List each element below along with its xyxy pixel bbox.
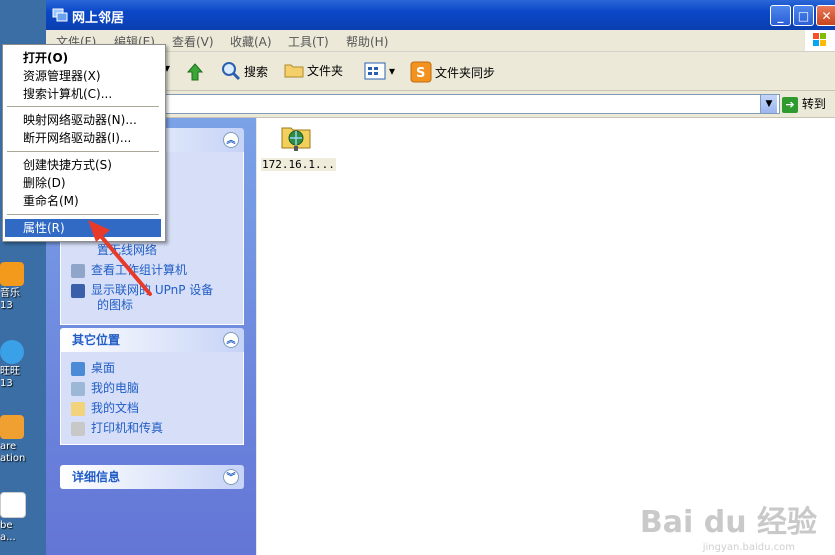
search-button[interactable]: 搜索	[221, 61, 268, 83]
printers-label: 打印机和传真	[91, 421, 164, 435]
desktop-icon-label: a...	[0, 532, 16, 543]
folder-sync-button[interactable]: S 文件夹同步	[410, 61, 495, 83]
menu-map-drive[interactable]: 映射网络驱动器(N)...	[5, 111, 161, 129]
folders-button-label: 文件夹	[307, 63, 344, 78]
printers-link[interactable]: 打印机和传真	[71, 418, 233, 438]
details-panel: 详细信息 ︾	[60, 465, 244, 489]
context-menu: 打开(O) 资源管理器(X) 搜索计算机(C)... 映射网络驱动器(N)...…	[2, 44, 166, 242]
menu-disconnect-drive[interactable]: 断开网络驱动器(I)...	[5, 129, 161, 147]
views-dropdown-icon: ▾	[389, 64, 396, 78]
goto-label: 转到	[801, 97, 826, 111]
views-icon	[364, 62, 386, 80]
maximize-button[interactable]: □	[793, 5, 814, 26]
menu-separator	[7, 151, 159, 152]
details-header[interactable]: 详细信息 ︾	[60, 465, 244, 489]
desktop-icon-label: be	[0, 520, 13, 531]
my-documents-label: 我的文档	[91, 401, 140, 415]
desktop-icon-label: ation	[0, 453, 26, 464]
my-documents-icon	[71, 401, 85, 416]
sync-icon: S	[410, 61, 432, 83]
windows-logo-icon	[805, 30, 835, 51]
menu-favorites[interactable]: 收藏(A)	[230, 33, 272, 50]
menu-separator	[7, 214, 159, 215]
collapse-chevron-icon[interactable]: ︽	[223, 132, 239, 148]
other-places-panel: 其它位置 ︽ 桌面 我的电脑 我的文档 打印机和传真	[60, 328, 244, 445]
annotation-arrow-icon	[88, 220, 152, 296]
menu-tools[interactable]: 工具(T)	[288, 33, 329, 50]
watermark-logo: Bai du 经验	[639, 505, 817, 540]
menu-explorer[interactable]: 资源管理器(X)	[5, 67, 161, 85]
other-places-header[interactable]: 其它位置 ︽	[60, 328, 244, 352]
go-arrow-icon: ➔	[782, 96, 798, 113]
folder-sync-label: 文件夹同步	[435, 65, 496, 80]
menu-create-shortcut[interactable]: 创建快捷方式(S)	[5, 156, 161, 174]
desktop-link[interactable]: 桌面	[71, 358, 233, 378]
minimize-button[interactable]: _	[770, 5, 791, 26]
menu-open[interactable]: 打开(O)	[5, 49, 161, 67]
menu-help[interactable]: 帮助(H)	[346, 33, 388, 50]
desktop-icon	[71, 361, 85, 376]
goto-button[interactable]: ➔ 转到	[782, 95, 826, 113]
views-button[interactable]: ▾	[364, 61, 395, 83]
menu-separator	[7, 106, 159, 107]
software-desktop-icon[interactable]: are ation	[0, 415, 40, 465]
window-title: 网上邻居	[72, 11, 125, 26]
details-title: 详细信息	[72, 470, 121, 484]
close-button[interactable]: ✕	[816, 5, 835, 26]
folders-button[interactable]: 文件夹	[284, 61, 343, 83]
up-folder-icon	[186, 63, 204, 81]
title-bar[interactable]: 网上邻居 _ □ ✕	[46, 0, 835, 30]
network-places-icon	[52, 8, 68, 22]
my-computer-icon	[71, 381, 85, 396]
printer-icon	[71, 421, 85, 436]
menu-delete[interactable]: 删除(D)	[5, 174, 161, 192]
address-dropdown-icon[interactable]: ▼	[760, 95, 777, 113]
my-computer-label: 我的电脑	[91, 381, 140, 395]
search-icon	[222, 62, 241, 81]
file-list-view: 172.16.1...	[257, 118, 835, 555]
network-share-label: 172.16.1...	[261, 158, 336, 171]
desktop-link-label: 桌面	[91, 361, 116, 375]
adobe-desktop-icon[interactable]: be a...	[0, 492, 40, 544]
search-button-label: 搜索	[244, 64, 269, 79]
app-icon	[0, 415, 24, 439]
svg-text:S: S	[416, 66, 425, 81]
address-input[interactable]: 络	[106, 94, 780, 114]
desktop-icon-label: 音乐	[0, 288, 20, 299]
expand-chevron-icon[interactable]: ︾	[223, 469, 239, 485]
desktop-icon-label: 13	[0, 300, 13, 311]
music-icon	[0, 262, 24, 286]
up-button[interactable]	[184, 61, 206, 83]
desktop-icon-label: 13	[0, 378, 13, 389]
menu-view[interactable]: 查看(V)	[172, 33, 214, 50]
folder-icon	[284, 64, 304, 78]
wangwang-desktop-icon[interactable]: 旺旺 13	[0, 340, 40, 390]
my-computer-link[interactable]: 我的电脑	[71, 378, 233, 398]
menu-search-computer[interactable]: 搜索计算机(C)...	[5, 85, 161, 103]
desktop-icon-label: 旺旺	[0, 366, 20, 377]
collapse-chevron-icon[interactable]: ︽	[223, 332, 239, 348]
menu-rename[interactable]: 重命名(M)	[5, 192, 161, 210]
desktop-icon-label: are	[0, 441, 17, 452]
music-desktop-icon[interactable]: 音乐 13	[0, 262, 40, 312]
watermark-url: jingyan.baidu.com	[702, 542, 795, 553]
other-places-title: 其它位置	[72, 333, 121, 347]
pdf-icon	[0, 492, 26, 518]
my-documents-link[interactable]: 我的文档	[71, 398, 233, 418]
network-folder-icon	[281, 127, 311, 151]
network-share-item[interactable]: 172.16.1...	[261, 120, 336, 171]
wangwang-icon	[0, 340, 24, 364]
